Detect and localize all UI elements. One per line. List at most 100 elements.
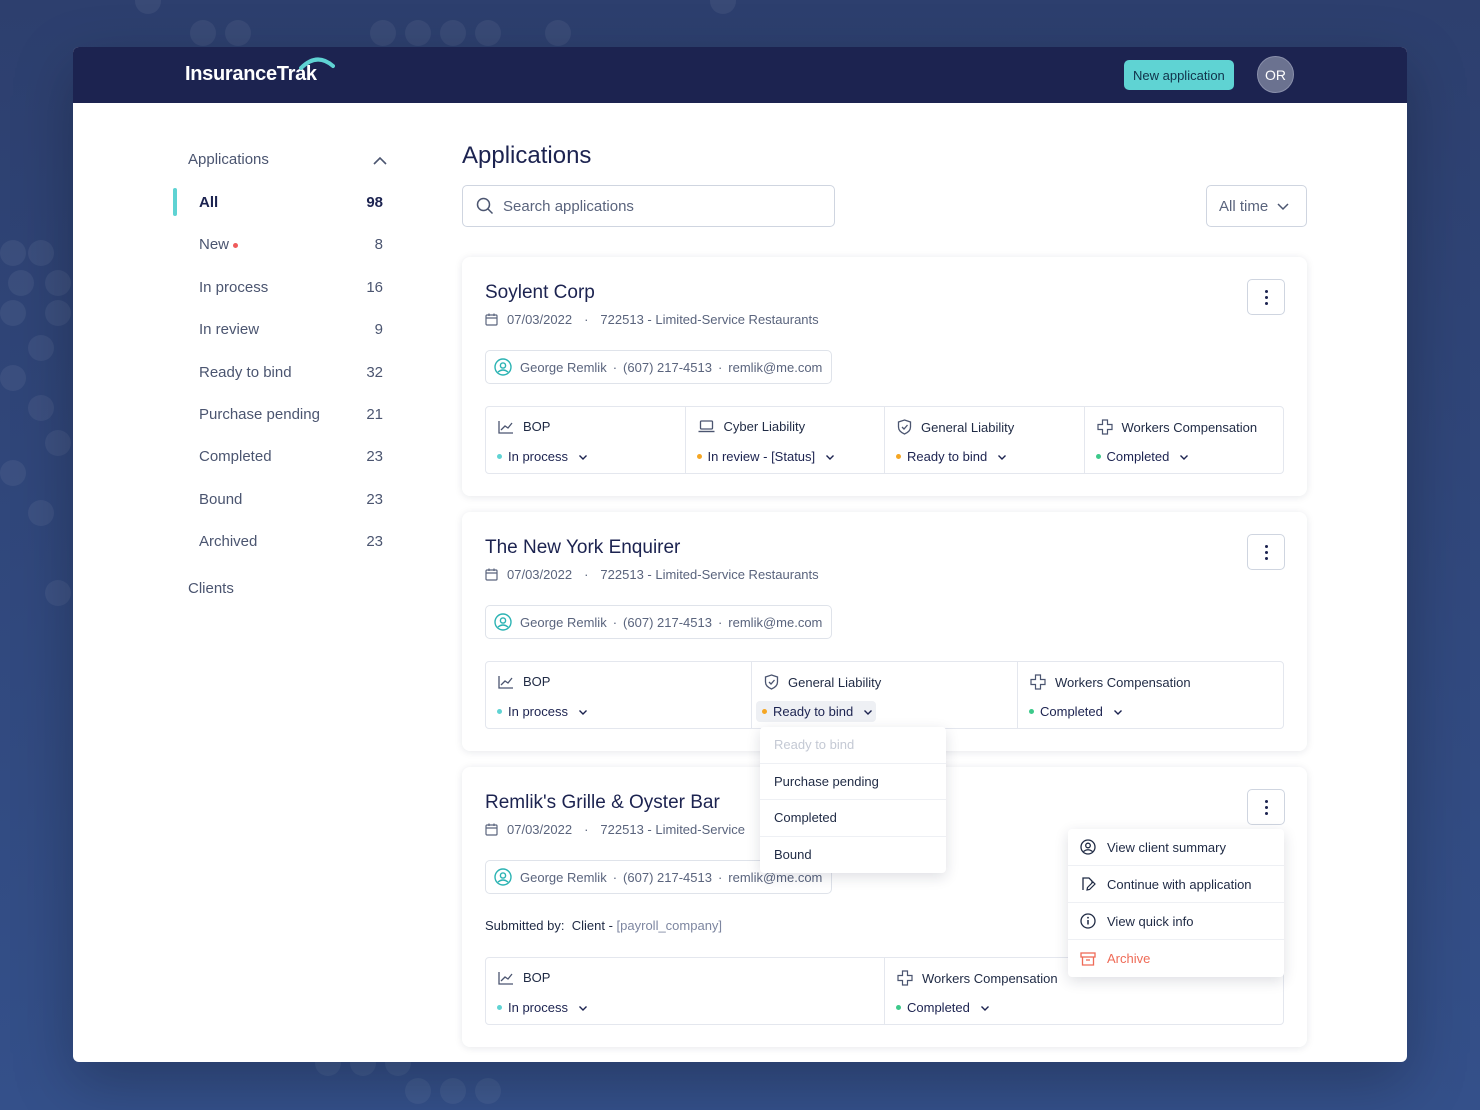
sidebar-item-count: 23 — [366, 491, 383, 508]
sidebar-item-label: Ready to bind — [199, 364, 292, 381]
status-dot — [896, 1005, 901, 1010]
card-meta: 07/03/2022 · 722513 - Limited-Service Re… — [485, 312, 819, 327]
product-list: BOP In process General Liability Ready t… — [485, 661, 1284, 729]
new-application-button[interactable]: New application — [1124, 60, 1234, 90]
user-circle-icon — [494, 868, 512, 886]
sidebar-item-in-process[interactable]: In process 16 — [199, 279, 383, 309]
card-title[interactable]: The New York Enquirer — [485, 537, 680, 559]
status-dropdown[interactable]: In review - [Status] — [696, 446, 839, 467]
search-input[interactable] — [503, 197, 823, 215]
sidebar-section-label: Clients — [188, 580, 234, 597]
product-name: General Liability — [921, 419, 1015, 435]
medical-cross-icon — [1096, 419, 1113, 435]
laptop-icon — [698, 420, 714, 433]
logo[interactable]: InsuranceTrak — [185, 63, 317, 86]
product-list: BOP In process Cyber Liability In review… — [485, 406, 1284, 474]
product-cyber-liability: Cyber Liability In review - [Status] — [686, 407, 885, 473]
calendar-icon — [485, 313, 498, 326]
page-title: Applications — [462, 142, 592, 169]
menu-item-view-client-summary[interactable]: View client summary — [1068, 829, 1284, 866]
card-title[interactable]: Remlik's Grille & Oyster Bar — [485, 792, 720, 814]
sidebar-item-ready-to-bind[interactable]: Ready to bind 32 — [199, 364, 383, 394]
status-dot — [696, 454, 702, 459]
calendar-icon — [485, 568, 498, 581]
status-option-completed[interactable]: Completed — [760, 800, 946, 837]
search-box[interactable] — [462, 185, 835, 227]
status-dot — [1095, 454, 1101, 459]
sidebar-item-label: Bound — [199, 491, 243, 508]
chevron-down-icon — [1180, 454, 1189, 460]
status-dropdown[interactable]: Ready to bind — [896, 446, 1010, 467]
sidebar-item-in-review[interactable]: In review 9 — [199, 321, 383, 351]
card-meta: 07/03/2022 · 722513 - Limited-Service Re… — [485, 567, 819, 582]
user-avatar[interactable]: OR — [1257, 56, 1294, 93]
logo-arc-icon — [299, 57, 335, 70]
chart-line-icon — [498, 675, 513, 689]
contact-chip[interactable]: George Remlik · (607) 217-4513 · remlik@… — [485, 605, 833, 639]
chevron-down-icon — [826, 454, 835, 460]
status-dot — [497, 1005, 502, 1010]
status-dot — [1029, 709, 1034, 714]
more-options-button[interactable] — [1247, 789, 1285, 825]
card-title[interactable]: Soylent Corp — [485, 282, 595, 304]
menu-item-label: View quick info — [1107, 913, 1194, 929]
status-label: Completed — [1106, 449, 1170, 464]
contact-separator: · — [717, 614, 723, 630]
contact-email: remlik@me.com — [728, 359, 823, 375]
status-dropdown[interactable]: Completed — [1029, 701, 1126, 722]
contact-phone: (607) 217-4513 — [623, 359, 712, 375]
menu-item-label: View client summary — [1107, 839, 1226, 855]
sidebar-item-label: All — [199, 194, 219, 211]
status-dropdown[interactable]: Ready to bind — [756, 701, 877, 722]
menu-item-view-quick-info[interactable]: View quick info — [1068, 903, 1284, 940]
sidebar-item-new[interactable]: New 8 — [199, 236, 383, 266]
sidebar-section-applications[interactable]: Applications — [188, 151, 388, 168]
product-bop: BOP In process — [486, 958, 885, 1024]
sidebar-item-bound[interactable]: Bound 23 — [199, 491, 383, 521]
status-dropdown[interactable]: Completed — [1095, 446, 1193, 467]
product-workers-compensation: Workers Compensation Completed — [1018, 662, 1283, 728]
status-options-menu: Ready to bind Purchase pending Completed… — [760, 727, 946, 873]
contact-chip[interactable]: George Remlik · (607) 217-4513 · remlik@… — [485, 350, 833, 384]
sidebar-section-clients[interactable]: Clients — [188, 580, 388, 597]
user-circle-icon — [494, 358, 512, 376]
sidebar-item-all[interactable]: All 98 — [199, 194, 383, 224]
status-option-bound[interactable]: Bound — [760, 837, 946, 874]
sidebar-item-purchase-pending[interactable]: Purchase pending 21 — [199, 406, 383, 436]
sidebar-item-label: Completed — [199, 448, 272, 465]
chart-line-icon — [498, 420, 513, 434]
contact-separator: · — [612, 359, 618, 375]
status-dropdown[interactable]: In process — [497, 701, 591, 722]
chevron-down-icon — [1277, 203, 1289, 211]
product-name: General Liability — [788, 674, 882, 690]
time-filter-value: All time — [1219, 197, 1269, 215]
contact-name: George Remlik — [520, 359, 607, 375]
chevron-down-icon — [864, 709, 873, 715]
card-actions-menu: View client summary Continue with applic… — [1068, 829, 1284, 977]
sidebar-item-completed[interactable]: Completed 23 — [199, 448, 383, 478]
meta-separator: · — [584, 822, 589, 837]
more-options-button[interactable] — [1247, 534, 1285, 570]
sidebar-item-count: 32 — [366, 364, 383, 381]
sidebar-item-label: New — [199, 236, 230, 253]
status-option-purchase-pending[interactable]: Purchase pending — [760, 764, 946, 800]
time-filter-select[interactable]: All time — [1206, 185, 1307, 227]
status-dropdown[interactable]: Completed — [896, 997, 993, 1018]
status-dropdown[interactable]: In process — [497, 446, 591, 467]
sidebar-item-archived[interactable]: Archived 23 — [199, 533, 383, 563]
status-label: Completed — [907, 1000, 970, 1015]
product-bop: BOP In process — [486, 662, 752, 728]
submitted-value: Client - — [571, 918, 613, 933]
menu-item-continue-with-application[interactable]: Continue with application — [1068, 866, 1284, 903]
sidebar-item-count: 23 — [366, 448, 383, 465]
status-label: In process — [508, 1000, 568, 1015]
menu-item-archive[interactable]: Archive — [1068, 940, 1284, 977]
sidebar-item-label: In review — [199, 321, 260, 338]
more-options-button[interactable] — [1247, 279, 1285, 315]
contact-email: remlik@me.com — [728, 614, 823, 630]
sidebar-item-count: 16 — [366, 279, 383, 296]
status-dropdown[interactable]: In process — [497, 997, 591, 1018]
top-navigation-bar: InsuranceTrak New application OR — [73, 47, 1407, 103]
card-date: 07/03/2022 — [507, 567, 573, 582]
chevron-up-icon[interactable] — [372, 153, 388, 169]
